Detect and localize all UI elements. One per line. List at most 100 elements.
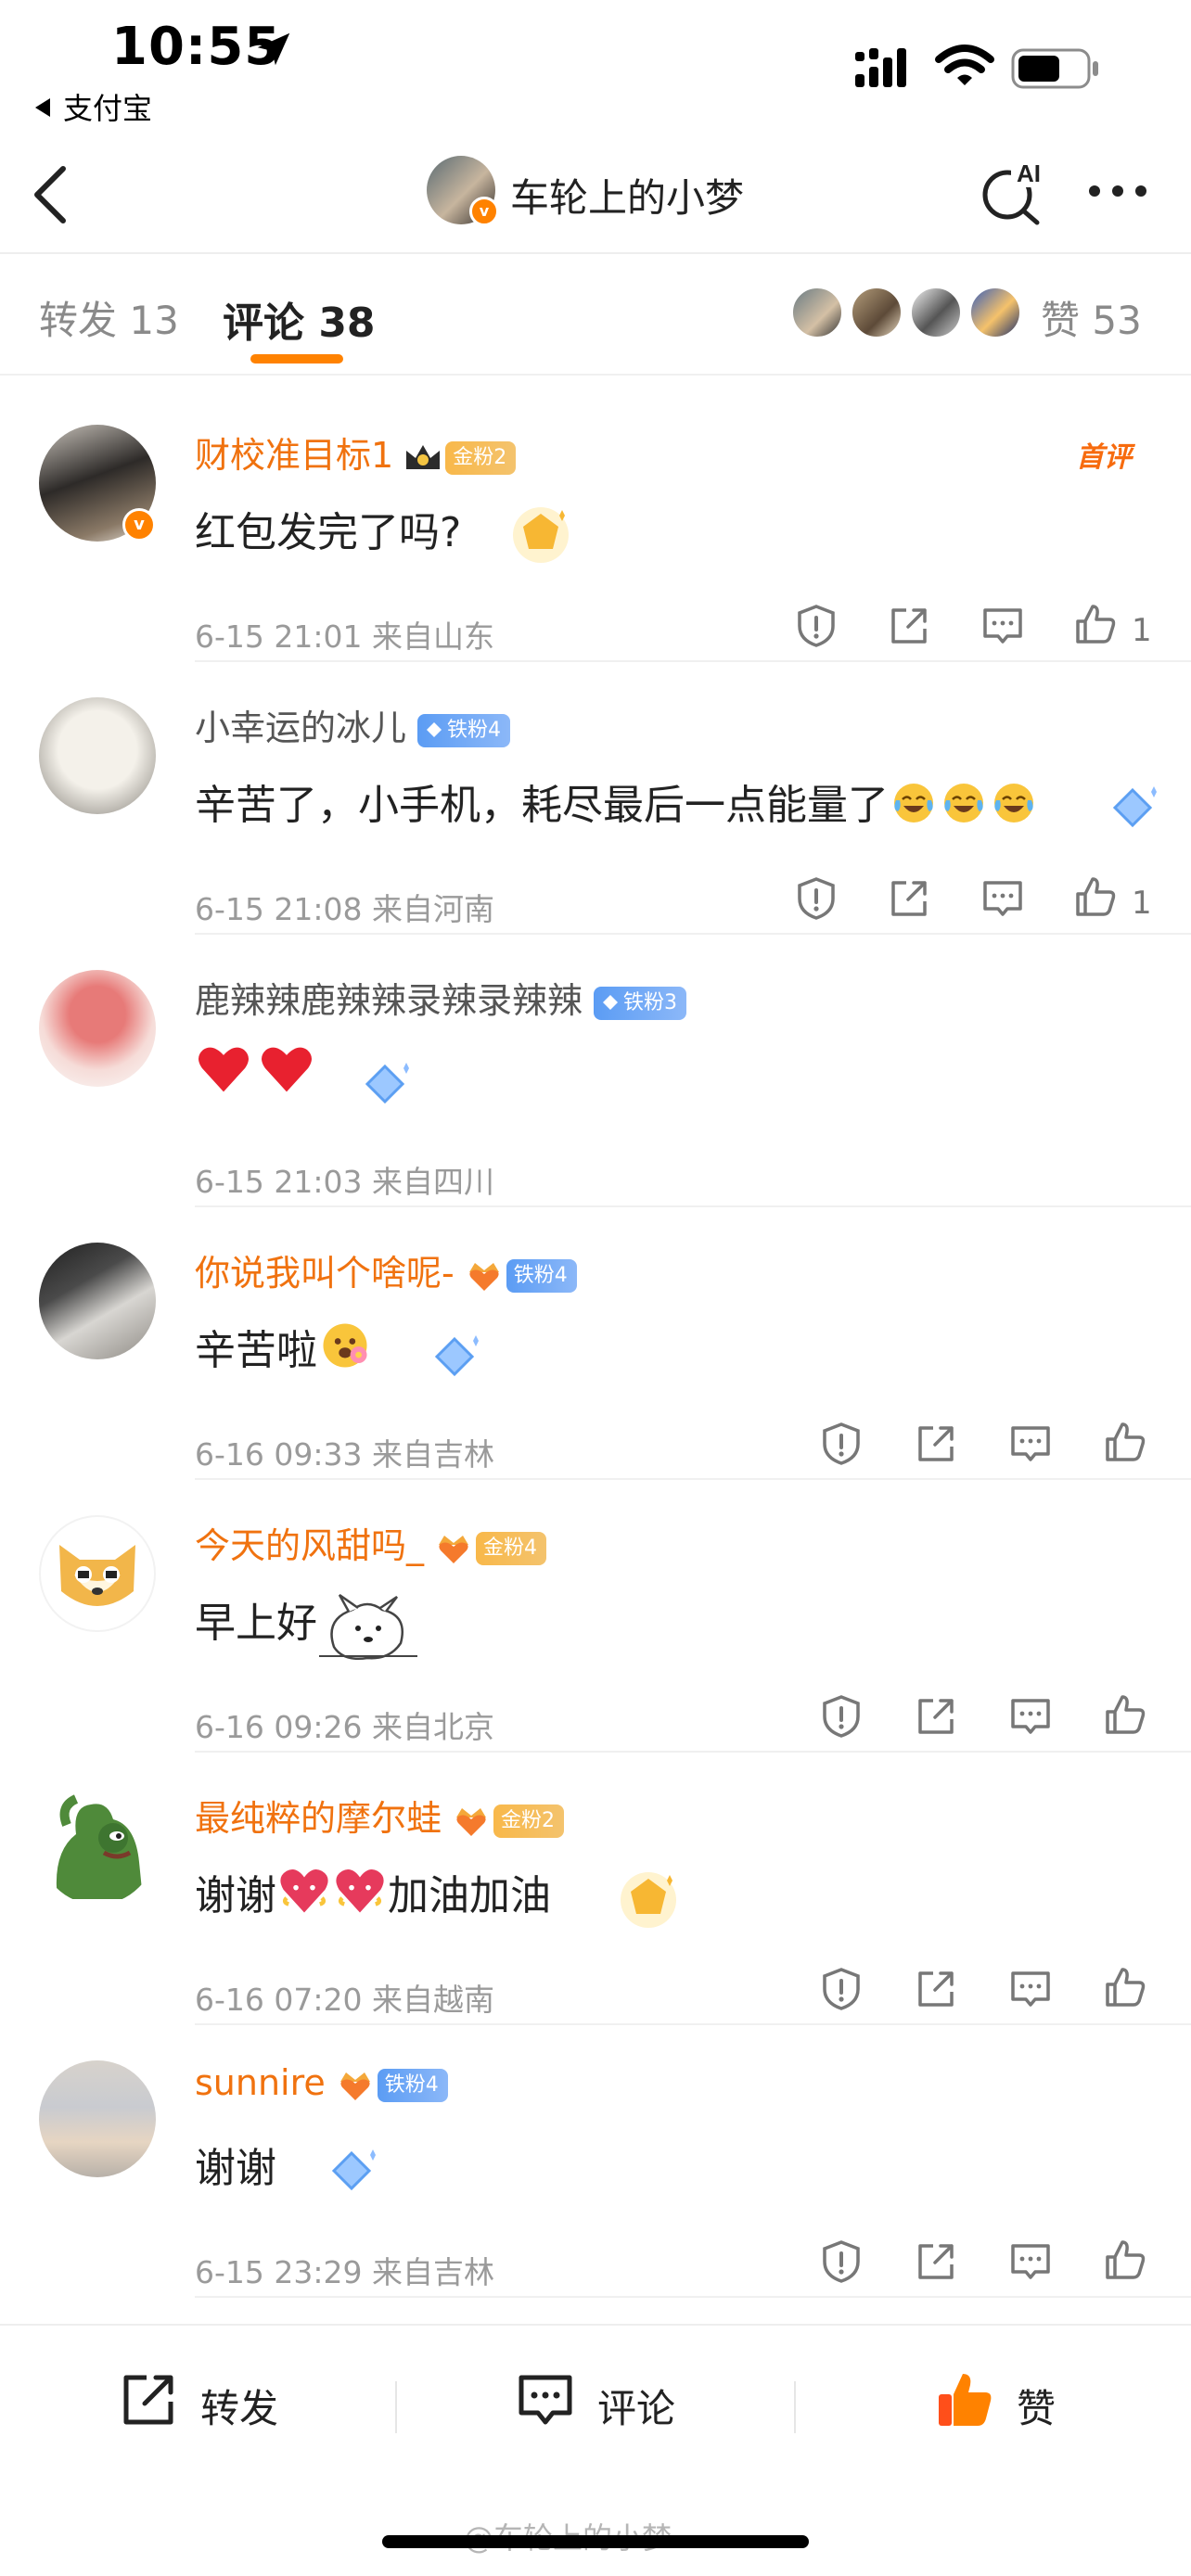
report-shield-icon[interactable] bbox=[818, 2238, 864, 2285]
commenter-avatar[interactable] bbox=[39, 2060, 156, 2177]
commenter-name[interactable]: 最纯粹的摩尔蛙 金粉2 bbox=[195, 1790, 565, 1841]
fan-level-badge: 铁粉3 bbox=[594, 986, 687, 1020]
comment-item[interactable]: 你说我叫个啥呢- 铁粉4 辛苦啦 6-16 09:33 来自吉林 bbox=[0, 1207, 1191, 1480]
commenter-name[interactable]: 今天的风甜吗_ 金粉4 bbox=[195, 1517, 547, 1568]
comment-meta: 6-16 09:33 来自吉林 bbox=[195, 1436, 494, 1473]
shiba-avatar-image bbox=[59, 1545, 135, 1606]
wifi-icon bbox=[935, 45, 994, 85]
reply-comment-icon[interactable] bbox=[1007, 1693, 1054, 1740]
laugh-cry-emoji-icon bbox=[944, 784, 983, 823]
commenter-name[interactable]: sunnire 铁粉4 bbox=[195, 2062, 448, 2103]
comment-item[interactable]: 鹿辣辣鹿辣辣录辣录辣辣 铁粉3 6-15 21:03 来自四川 bbox=[0, 935, 1191, 1207]
fan-level-badge: 铁粉4 bbox=[506, 1258, 577, 1293]
like-thumb-icon[interactable] bbox=[1072, 601, 1119, 647]
commenter-avatar[interactable] bbox=[39, 1243, 156, 1359]
like-thumb-icon[interactable] bbox=[1102, 2237, 1148, 2283]
home-indicator[interactable] bbox=[382, 2535, 809, 2548]
comment-separator bbox=[195, 2296, 1191, 2298]
comment-icon bbox=[519, 2375, 572, 2425]
first-comment-badge: 首评 bbox=[1076, 441, 1132, 474]
comment-item[interactable]: 小幸运的冰儿 铁粉4 辛苦了，小手机，耗尽最后一点能量了 6-15 21:08 来… bbox=[0, 662, 1191, 935]
cellular-signal-icon bbox=[855, 48, 906, 87]
commenter-name-text: 小幸运的冰儿 bbox=[195, 708, 407, 748]
repost-icon bbox=[123, 2375, 173, 2425]
more-options-icon[interactable] bbox=[1085, 180, 1150, 202]
commenter-avatar[interactable] bbox=[39, 1515, 156, 1632]
commenter-name[interactable]: 小幸运的冰儿 铁粉4 bbox=[195, 699, 511, 750]
divider bbox=[0, 252, 1191, 254]
verified-badge-icon: v bbox=[122, 508, 156, 542]
comment-text: 辛苦啦 bbox=[195, 1317, 373, 1376]
share-icon[interactable] bbox=[913, 1421, 959, 1467]
commenter-avatar[interactable] bbox=[39, 970, 156, 1087]
comment-text-part-a: 谢谢 bbox=[195, 1872, 276, 1919]
like-thumb-filled-icon bbox=[939, 2374, 992, 2426]
share-icon[interactable] bbox=[886, 603, 932, 649]
reply-comment-icon[interactable] bbox=[980, 875, 1026, 922]
share-icon[interactable] bbox=[913, 1966, 959, 2012]
comment-item[interactable]: 今天的风甜吗_ 金粉4 早上好 6-16 09:26 来自北京 bbox=[0, 1480, 1191, 1753]
share-icon[interactable] bbox=[913, 2238, 959, 2285]
comment-meta: 6-16 07:20 来自越南 bbox=[195, 1982, 494, 2018]
nav-bar: v 车轮上的小梦 AI bbox=[0, 139, 1191, 250]
comment-text-content: 辛苦了，小手机，耗尽最后一点能量了 bbox=[195, 782, 889, 829]
like-thumb-icon[interactable] bbox=[1072, 874, 1119, 920]
comment-item[interactable]: 最纯粹的摩尔蛙 金粉2 谢谢 加油加油 6-16 07:20 来自越南 bbox=[0, 1753, 1191, 2025]
report-shield-icon[interactable] bbox=[818, 1421, 864, 1467]
author-name-title[interactable]: 车轮上的小梦 bbox=[510, 167, 744, 223]
heart-hug-emoji-icon bbox=[280, 1868, 328, 1913]
like-thumb-icon[interactable] bbox=[1102, 1691, 1148, 1738]
share-icon[interactable] bbox=[886, 875, 932, 922]
tab-likes[interactable]: 赞 53 bbox=[1041, 289, 1142, 346]
reply-comment-icon[interactable] bbox=[1007, 1421, 1054, 1467]
liker-avatar bbox=[790, 286, 844, 339]
laugh-cry-emoji-icon bbox=[894, 784, 933, 823]
comment-item[interactable]: sunnire 铁粉4 谢谢 6-15 23:29 来自吉林 bbox=[0, 2025, 1191, 2298]
verified-badge-icon: v bbox=[469, 197, 499, 226]
report-shield-icon[interactable] bbox=[818, 1966, 864, 2012]
comment-text bbox=[195, 1044, 315, 1097]
tab-repost[interactable]: 转发 13 bbox=[39, 289, 179, 346]
reply-comment-icon[interactable] bbox=[1007, 2238, 1054, 2285]
divider bbox=[395, 2381, 397, 2433]
crown-heart-icon bbox=[468, 1262, 499, 1291]
report-shield-icon[interactable] bbox=[793, 603, 839, 649]
comment-text-content: 辛苦啦 bbox=[195, 1327, 317, 1374]
crown-heart-icon bbox=[456, 1807, 487, 1836]
laugh-cry-emoji-icon bbox=[994, 784, 1033, 823]
commenter-name[interactable]: 财校准目标1 金粉2 bbox=[195, 427, 517, 478]
divider bbox=[794, 2381, 796, 2433]
liker-avatar bbox=[850, 286, 903, 339]
tab-comments[interactable]: 评论 38 bbox=[223, 289, 376, 349]
commenter-avatar[interactable] bbox=[39, 1788, 156, 1905]
likers-avatars[interactable] bbox=[790, 286, 1022, 341]
liker-avatar bbox=[968, 286, 1022, 339]
comment-text: 红包发完了吗? bbox=[195, 509, 462, 556]
commenter-name-text: sunnire bbox=[195, 2062, 326, 2103]
commenter-avatar[interactable] bbox=[39, 697, 156, 814]
reply-comment-icon[interactable] bbox=[1007, 1966, 1054, 2012]
gold-sparkle-icon bbox=[621, 1872, 676, 1928]
commenter-name-text: 鹿辣辣鹿辣辣录辣录辣辣 bbox=[195, 980, 583, 1021]
reply-comment-icon[interactable] bbox=[980, 603, 1026, 649]
ai-search-icon[interactable]: AI bbox=[978, 158, 1046, 226]
commenter-name-text: 最纯粹的摩尔蛙 bbox=[195, 1798, 442, 1839]
fan-level-badge: 金粉4 bbox=[476, 1531, 547, 1565]
report-shield-icon[interactable] bbox=[793, 875, 839, 922]
back-app-label: 支付宝 bbox=[63, 91, 153, 126]
like-count: 1 bbox=[1132, 885, 1152, 922]
back-to-app-link[interactable]: 支付宝 bbox=[35, 85, 152, 128]
heart-hug-emoji-icon bbox=[336, 1868, 384, 1913]
like-count: 1 bbox=[1132, 612, 1152, 649]
share-icon[interactable] bbox=[913, 1693, 959, 1740]
back-triangle-icon bbox=[35, 98, 50, 117]
commenter-name[interactable]: 鹿辣辣鹿辣辣录辣录辣辣 铁粉3 bbox=[195, 972, 687, 1023]
back-chevron-icon[interactable] bbox=[28, 161, 72, 228]
like-label: 赞 bbox=[1017, 2386, 1057, 2431]
like-thumb-icon[interactable] bbox=[1102, 1964, 1148, 2010]
report-shield-icon[interactable] bbox=[818, 1693, 864, 1740]
diamond-icon bbox=[603, 994, 619, 1010]
commenter-name[interactable]: 你说我叫个啥呢- 铁粉4 bbox=[195, 1244, 577, 1295]
like-thumb-icon[interactable] bbox=[1102, 1419, 1148, 1465]
comment-item[interactable]: v 财校准目标1 金粉2 首评 红包发完了吗? 6-15 21:01 来自山东 1 bbox=[0, 389, 1191, 662]
